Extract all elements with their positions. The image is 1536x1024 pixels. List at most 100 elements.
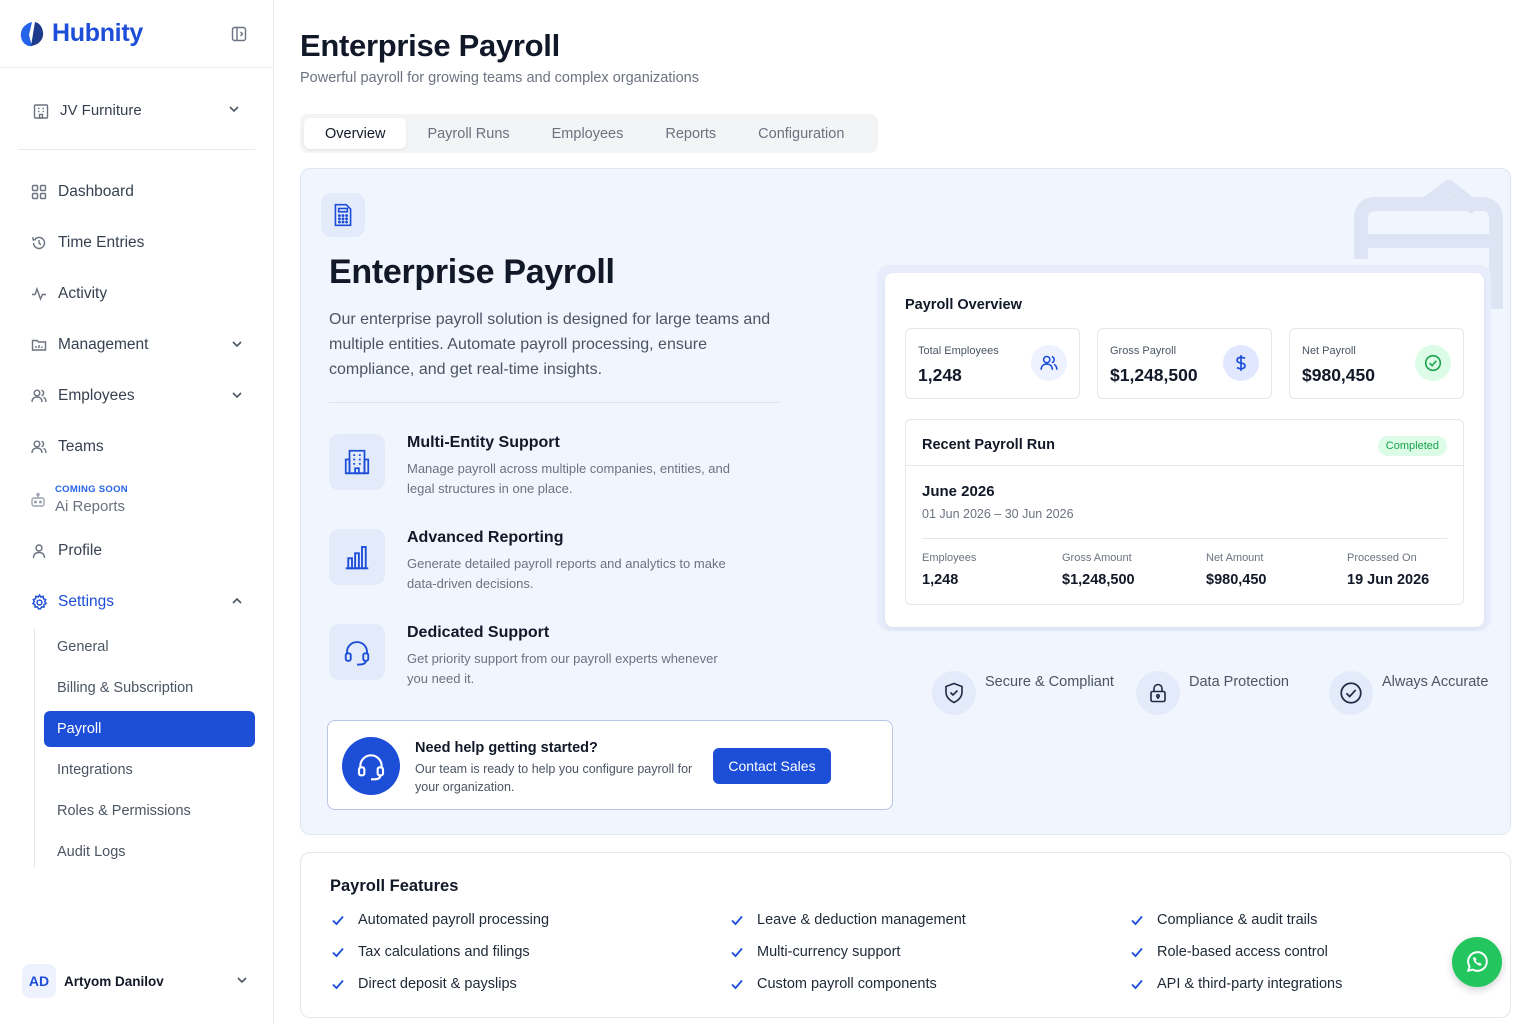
check-icon xyxy=(1131,915,1143,926)
run-col-label: Processed On xyxy=(1347,552,1417,564)
chevron-up-icon xyxy=(232,597,242,604)
feature-advanced-reporting: Advanced Reporting Generate detailed pay… xyxy=(329,529,749,599)
gear-icon xyxy=(30,593,48,611)
building-icon xyxy=(33,104,49,119)
check-icon xyxy=(332,947,344,958)
sidebar-item-label: Dashboard xyxy=(58,183,134,200)
stat-label: Total Employees xyxy=(918,345,999,357)
tab-payroll-runs[interactable]: Payroll Runs xyxy=(406,118,530,149)
users-icon xyxy=(1031,345,1067,381)
feature-item-label: Compliance & audit trails xyxy=(1157,912,1318,928)
submenu-item-payroll[interactable]: Payroll xyxy=(44,711,255,747)
sidebar-item-label: Employees xyxy=(58,387,135,404)
sidebar-item-teams[interactable]: Teams xyxy=(30,432,250,462)
tab-overview[interactable]: Overview xyxy=(304,118,407,149)
feature-item: Direct deposit & payslips xyxy=(331,973,517,995)
feature-item: Leave & deduction management xyxy=(730,909,966,931)
run-processed-on: Processed On 19 Jun 2026 xyxy=(1347,552,1429,588)
help-title: Need help getting started? xyxy=(415,740,598,756)
stat-value: $1,248,500 xyxy=(1110,365,1198,385)
feature-item: Role-based access control xyxy=(1130,941,1328,963)
run-net-amount: Net Amount $980,450 xyxy=(1206,552,1266,588)
sidebar: Hubnity JV Furniture Dashboard Time Entr… xyxy=(0,0,274,1024)
feature-title: Advanced Reporting xyxy=(407,529,564,546)
feature-title: Dedicated Support xyxy=(407,624,550,641)
contact-sales-button[interactable]: Contact Sales xyxy=(713,748,831,784)
run-header: Recent Payroll Run Completed xyxy=(906,420,1463,466)
whatsapp-chat-button[interactable] xyxy=(1452,937,1502,987)
sidebar-item-employees[interactable]: Employees xyxy=(30,381,250,411)
hero-description: Our enterprise payroll solution is desig… xyxy=(329,311,771,378)
feature-item: API & third-party integrations xyxy=(1130,973,1342,995)
stat-value: 1,248 xyxy=(918,365,962,385)
activity-icon xyxy=(30,285,48,303)
payroll-overview-card: Payroll Overview Total Employees 1,248 G… xyxy=(885,273,1484,627)
chevron-down-icon xyxy=(232,341,242,348)
stat-value: $980,450 xyxy=(1302,365,1375,385)
trust-label: Data Protection xyxy=(1189,674,1289,690)
whatsapp-icon xyxy=(1466,951,1488,973)
divider xyxy=(922,538,1447,539)
overview-title: Payroll Overview xyxy=(905,297,1022,313)
user-icon xyxy=(30,542,48,560)
sidebar-item-label: Management xyxy=(58,336,149,353)
sidebar-item-activity[interactable]: Activity xyxy=(30,279,250,309)
status-badge: Completed xyxy=(1377,436,1447,456)
tab-employees[interactable]: Employees xyxy=(531,118,645,149)
feature-multi-entity: Multi-Entity Support Manage payroll acro… xyxy=(329,434,749,504)
submenu-item-integrations[interactable]: Integrations xyxy=(44,752,255,788)
sidebar-item-profile[interactable]: Profile xyxy=(30,536,250,566)
hero-title: Enterprise Payroll xyxy=(329,253,615,291)
check-icon xyxy=(731,947,743,958)
feature-item-label: Tax calculations and filings xyxy=(358,944,530,960)
feature-item: Tax calculations and filings xyxy=(331,941,530,963)
features-title: Payroll Features xyxy=(330,877,459,895)
submenu-item-audit-logs[interactable]: Audit Logs xyxy=(44,834,255,870)
feature-item: Multi-currency support xyxy=(730,941,900,963)
sidebar-collapse-icon[interactable] xyxy=(229,24,249,44)
page-title: Enterprise Payroll xyxy=(300,28,560,63)
tab-bar: Overview Payroll Runs Employees Reports … xyxy=(300,114,878,153)
payroll-features-card: Payroll Features Automated payroll proce… xyxy=(300,852,1511,1018)
run-date-range: 01 Jun 2026 – 30 Jun 2026 xyxy=(922,507,1074,521)
folder-icon xyxy=(30,336,48,354)
chevron-down-icon xyxy=(232,392,242,399)
user-menu[interactable]: AD Artyom Danilov xyxy=(22,963,257,999)
submenu-item-billing[interactable]: Billing & Subscription xyxy=(44,670,255,706)
sidebar-item-label: Teams xyxy=(58,438,104,455)
trust-data-protection: Data Protection xyxy=(1136,671,1326,715)
run-col-value: $1,248,500 xyxy=(1062,572,1135,588)
sidebar-item-settings[interactable]: Settings xyxy=(30,587,250,617)
feature-description: Generate detailed payroll reports and an… xyxy=(407,556,726,591)
bar-chart-icon xyxy=(329,529,385,585)
feature-item-label: Direct deposit & payslips xyxy=(358,976,517,992)
check-icon xyxy=(731,915,743,926)
run-col-label: Employees xyxy=(922,552,977,564)
check-icon xyxy=(1131,979,1143,990)
run-gross-amount: Gross Amount $1,248,500 xyxy=(1062,552,1135,588)
tab-configuration[interactable]: Configuration xyxy=(737,118,865,149)
robot-icon xyxy=(30,492,46,513)
submenu-item-roles[interactable]: Roles & Permissions xyxy=(44,793,255,829)
sidebar-item-label: Settings xyxy=(58,593,115,610)
trust-secure-compliant: Secure & Compliant xyxy=(932,671,1122,715)
run-col-label: Net Amount xyxy=(1206,552,1264,564)
user-name: Artyom Danilov xyxy=(64,973,164,989)
tab-reports[interactable]: Reports xyxy=(644,118,737,149)
sidebar-item-ai-reports[interactable]: COMING SOON Ai Reports xyxy=(30,484,250,520)
page-subtitle: Powerful payroll for growing teams and c… xyxy=(300,70,699,86)
sidebar-item-time-entries[interactable]: Time Entries xyxy=(30,228,250,258)
sidebar-item-management[interactable]: Management xyxy=(30,330,250,360)
submenu-item-general[interactable]: General xyxy=(44,629,255,665)
sidebar-item-label: Profile xyxy=(58,542,102,559)
sidebar-item-dashboard[interactable]: Dashboard xyxy=(30,177,250,207)
org-switcher[interactable]: JV Furniture xyxy=(18,90,255,150)
stat-label: Gross Payroll xyxy=(1110,345,1177,357)
check-icon xyxy=(1131,947,1143,958)
trust-label: Always Accurate xyxy=(1382,674,1489,690)
shield-check-icon xyxy=(932,671,976,715)
avatar: AD xyxy=(22,964,56,998)
feature-item-label: Automated payroll processing xyxy=(358,912,550,928)
feature-item-label: API & third-party integrations xyxy=(1157,976,1343,992)
run-month: June 2026 xyxy=(922,483,995,500)
